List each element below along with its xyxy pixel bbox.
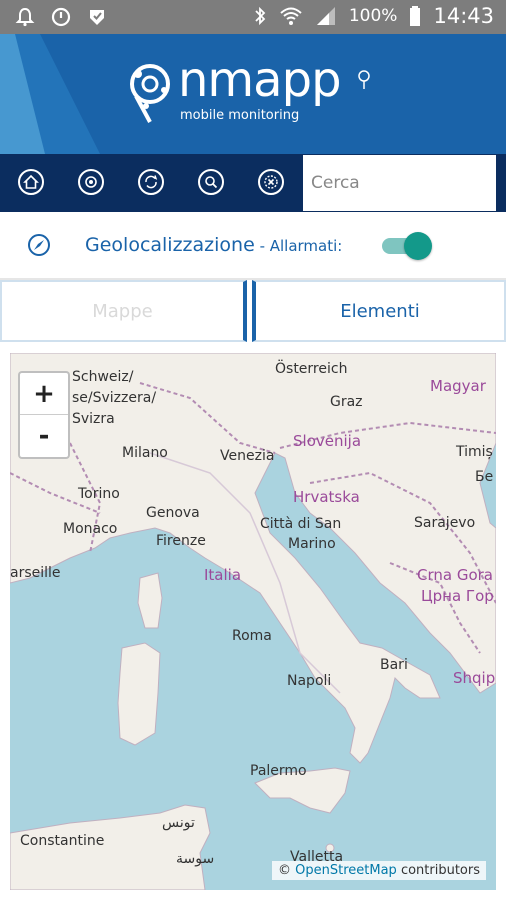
geolocation-label: Geolocalizzazione <box>85 234 255 256</box>
home-icon <box>23 174 39 189</box>
map-label: Palermo <box>250 763 307 779</box>
map-country-label: Hrvatska <box>293 488 360 506</box>
map-label: Genova <box>146 505 200 521</box>
status-right: 100% 14:43 <box>253 4 494 28</box>
status-time: 14:43 <box>433 4 494 28</box>
osm-link[interactable]: OpenStreetMap <box>295 863 397 878</box>
map-country-label: Shqip <box>453 669 496 687</box>
close-icon <box>264 175 278 189</box>
map-label: Marino <box>288 536 336 552</box>
map-country-label: Црна Гор <box>421 587 494 605</box>
power-icon <box>51 7 71 27</box>
target-icon <box>85 176 97 188</box>
map-label: Venezia <box>220 448 275 464</box>
clear-button[interactable] <box>258 169 284 195</box>
map-label: arseille <box>10 565 61 581</box>
map-label: Constantine <box>20 833 105 849</box>
geolocation-row: Geolocalizzazione - Allarmati: <box>0 212 506 278</box>
home-button[interactable] <box>18 169 44 195</box>
refresh-icon <box>145 175 158 189</box>
notification-bell-icon <box>15 7 35 27</box>
zoom-out-button[interactable]: - <box>20 415 68 456</box>
map-land <box>10 353 496 890</box>
map-label: Milano <box>122 445 168 461</box>
map-label: سوسة <box>176 851 215 867</box>
refresh-button[interactable] <box>138 169 164 195</box>
wifi-icon <box>280 7 302 25</box>
map-country-label: Magyar <box>430 377 486 395</box>
signal-icon <box>316 7 335 25</box>
map-label: Bari <box>380 657 408 673</box>
search-input[interactable] <box>303 155 496 211</box>
zoom-in-button[interactable]: + <box>20 373 68 415</box>
alarmed-label: - Allarmati: <box>254 237 343 255</box>
app-header: nmapp mobile monitoring <box>0 34 506 154</box>
map-attribution: © OpenStreetMap contributors <box>272 861 486 880</box>
status-left-icons <box>14 6 108 28</box>
map-label: Бе <box>475 469 494 485</box>
map-label: Monaco <box>63 521 118 537</box>
geolocation-title: Geolocalizzazione - Allarmati: <box>85 234 342 256</box>
search-icon <box>205 176 218 189</box>
signal-tower-icon <box>358 70 370 89</box>
map-label: Graz <box>330 394 363 410</box>
map-label: Svizra <box>72 411 115 427</box>
location-pin-logo-icon <box>130 64 170 123</box>
battery-percent: 100% <box>348 6 398 26</box>
map-label: Österreich <box>275 361 348 377</box>
map-label: Napoli <box>287 673 332 689</box>
map-label: تونس <box>162 815 195 831</box>
map-label: Torino <box>78 486 120 502</box>
tab-elementi[interactable]: Elementi <box>252 280 506 342</box>
map-country-label: Crna Gora <box>417 566 494 584</box>
map-country-label: Italia <box>204 566 242 584</box>
map-label: Roma <box>232 628 272 644</box>
map-label: se/Svizzera/ <box>72 390 157 406</box>
target-button[interactable] <box>78 169 104 195</box>
logo-wordmark: nmapp <box>178 52 342 108</box>
status-bar: 100% 14:43 <box>0 0 506 34</box>
map-country-label: Slovenija <box>293 432 362 450</box>
alarmed-toggle[interactable] <box>382 232 432 260</box>
map-label: Schweiz/ <box>72 369 134 385</box>
bluetooth-icon <box>255 6 266 26</box>
map-label: Città di San <box>260 516 342 532</box>
tab-bar: Mappe Elementi <box>0 280 506 344</box>
map-label: Firenze <box>156 533 206 549</box>
app-logo: nmapp mobile monitoring <box>128 52 378 154</box>
shield-check-icon <box>90 10 104 25</box>
zoom-control: + - <box>18 371 70 459</box>
map-label: Sarajevo <box>414 515 476 531</box>
battery-icon <box>410 6 421 26</box>
map-label: Timiș <box>456 444 493 460</box>
map-view[interactable]: Schweiz/ se/Svizzera/ Svizra Österreich … <box>10 353 496 890</box>
compass-icon <box>28 234 50 256</box>
search-button[interactable] <box>198 169 224 195</box>
logo-tagline: mobile monitoring <box>180 108 300 123</box>
tab-mappe[interactable]: Mappe <box>0 280 247 342</box>
toggle-knob <box>404 232 432 260</box>
